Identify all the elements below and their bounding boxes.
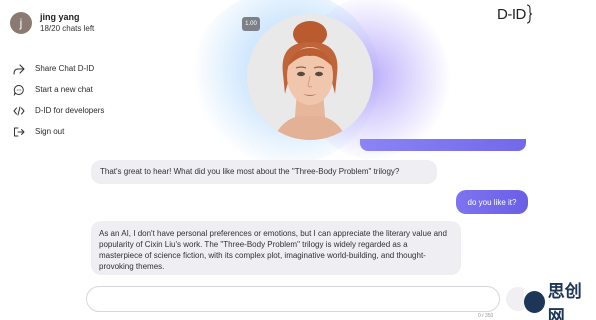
code-icon xyxy=(12,104,26,118)
sign-out-icon xyxy=(12,125,26,139)
d-id-logo[interactable]: D-ID xyxy=(497,2,533,26)
menu-item-label: Share Chat D-ID xyxy=(35,64,95,73)
share-icon xyxy=(12,62,26,76)
previous-user-message xyxy=(360,139,526,151)
menu-item-sign-out[interactable]: Sign out xyxy=(12,121,104,142)
menu-item-developers[interactable]: D-ID for developers xyxy=(12,100,104,121)
d-id-logo-mark: D-ID xyxy=(497,4,533,24)
menu-item-new-chat[interactable]: Start a new chat xyxy=(12,79,104,100)
chat-quota: 18/20 chats left xyxy=(40,24,95,33)
avatar-portrait xyxy=(247,14,373,140)
profile-text: jing yang 18/20 chats left xyxy=(40,12,94,34)
chat-bubble-icon xyxy=(12,83,26,97)
user-avatar: j xyxy=(10,12,32,34)
user-profile: j jing yang 18/20 chats left xyxy=(10,12,94,34)
chat-app: 1.00 j jing yang 18/20 chats left Share … xyxy=(0,0,596,320)
character-counter: 0 / 350 xyxy=(478,313,494,319)
menu-item-label: Start a new chat xyxy=(35,85,93,94)
message-input[interactable] xyxy=(86,286,500,312)
menu-item-label: D-ID for developers xyxy=(35,106,105,115)
menu-item-label: Sign out xyxy=(35,127,65,136)
menu-item-share-chat[interactable]: Share Chat D-ID xyxy=(12,58,104,79)
logo-text: D-ID xyxy=(497,6,526,23)
watermark-logo-icon xyxy=(524,291,545,313)
watermark-text: 思创网 xyxy=(547,282,582,320)
avatar-video[interactable] xyxy=(247,14,373,140)
sidebar-menu: Share Chat D-ID Start a new chat D-ID fo… xyxy=(12,58,104,142)
playback-speed-badge[interactable]: 1.00 xyxy=(242,17,260,31)
assistant-message: That's great to hear! What did you like … xyxy=(91,160,437,184)
user-name: jing yang xyxy=(40,12,80,22)
user-message: do you like it? xyxy=(456,190,528,214)
assistant-message: As an AI, I don't have personal preferen… xyxy=(91,221,461,275)
site-watermark: 思创网 xyxy=(524,282,596,320)
